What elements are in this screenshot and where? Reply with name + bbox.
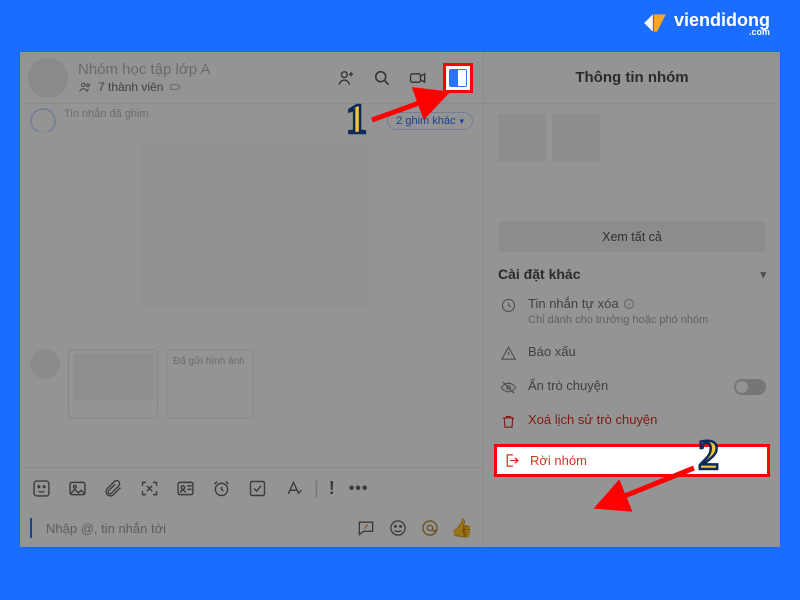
add-friend-icon[interactable] <box>333 65 359 91</box>
report-row[interactable]: Báo xấu <box>484 336 780 370</box>
arrow-2 <box>590 462 700 512</box>
message-image[interactable] <box>140 138 370 308</box>
auto-delete-row[interactable]: Tin nhắn tự xóa Chỉ dành cho trưởng hoặc… <box>484 288 780 336</box>
auto-delete-label: Tin nhắn tự xóa <box>528 296 619 311</box>
brand-logo-icon <box>642 10 668 36</box>
message-card[interactable] <box>68 349 158 419</box>
group-title: Nhóm học tập lớp A <box>78 61 333 78</box>
emoji-icon[interactable] <box>387 517 409 539</box>
sender-avatar[interactable] <box>30 349 60 379</box>
attachment-icon[interactable] <box>102 478 124 500</box>
compose-input[interactable]: Nhập @, tin nhắn tới <box>46 521 166 536</box>
clear-history-row[interactable]: Xoá lịch sử trò chuyện <box>484 404 780 438</box>
pin-avatar <box>30 108 56 134</box>
message-bubble[interactable]: Đã gửi hình ảnh <box>166 349 254 419</box>
compose-input-row: Nhập @, tin nhắn tới 👍 <box>20 509 483 547</box>
input-cursor <box>30 518 32 538</box>
members-count[interactable]: 7 thành viên <box>78 80 333 94</box>
priority-icon[interactable]: ! <box>329 478 335 499</box>
exit-icon <box>503 452 520 469</box>
settings-header[interactable]: Cài đặt khác <box>484 252 780 288</box>
task-icon[interactable] <box>246 478 268 500</box>
quick-message-icon[interactable] <box>355 517 377 539</box>
media-section <box>484 104 780 212</box>
toolbar-separator: | <box>314 478 319 499</box>
info-pane-title: Thông tin nhóm <box>484 52 780 104</box>
clock-history-icon <box>498 297 518 314</box>
screenshot-frame: Nhóm học tập lớp A 7 thành viên <box>20 52 780 547</box>
like-icon[interactable]: 👍 <box>451 518 473 539</box>
reminder-icon[interactable] <box>210 478 232 500</box>
media-thumb[interactable] <box>552 114 600 162</box>
screenshot-icon[interactable] <box>138 478 160 500</box>
sticker-icon[interactable] <box>30 478 52 500</box>
chat-pane: Nhóm học tập lớp A 7 thành viên <box>20 52 483 547</box>
members-count-label: 7 thành viên <box>98 80 163 94</box>
hide-chat-label: Ẩn trò chuyện <box>528 378 724 393</box>
mention-icon[interactable] <box>419 517 441 539</box>
hide-chat-row[interactable]: Ẩn trò chuyện <box>484 370 780 404</box>
auto-delete-sub: Chỉ dành cho trưởng hoặc phó nhóm <box>528 313 766 328</box>
clear-history-label: Xoá lịch sử trò chuyện <box>528 412 766 427</box>
contact-card-icon[interactable] <box>174 478 196 500</box>
trash-icon <box>498 413 518 430</box>
media-thumb[interactable] <box>498 114 546 162</box>
brand: viendidong .com <box>642 10 770 37</box>
more-icon[interactable]: ••• <box>349 480 369 498</box>
tag-icon <box>169 80 183 94</box>
format-icon[interactable] <box>282 478 304 500</box>
arrow-1 <box>366 86 456 126</box>
compose-toolbar: | ! ••• <box>20 467 483 509</box>
message-block: Đã gửi hình ảnh <box>30 349 254 419</box>
group-avatar[interactable] <box>28 58 68 98</box>
image-icon[interactable] <box>66 478 88 500</box>
eye-off-icon <box>498 379 518 396</box>
leave-group-label: Rời nhóm <box>530 453 587 468</box>
hide-chat-toggle[interactable] <box>734 379 766 395</box>
report-label: Báo xấu <box>528 344 766 359</box>
pin-snippet: Tin nhắn đã ghim <box>64 108 149 121</box>
page-top-strip: viendidong .com <box>0 0 800 46</box>
see-all-button[interactable]: Xem tất cả <box>498 222 766 252</box>
info-circle-icon <box>623 298 635 310</box>
message-area[interactable]: Đã gửi hình ảnh <box>20 132 483 463</box>
warning-icon <box>498 345 518 362</box>
